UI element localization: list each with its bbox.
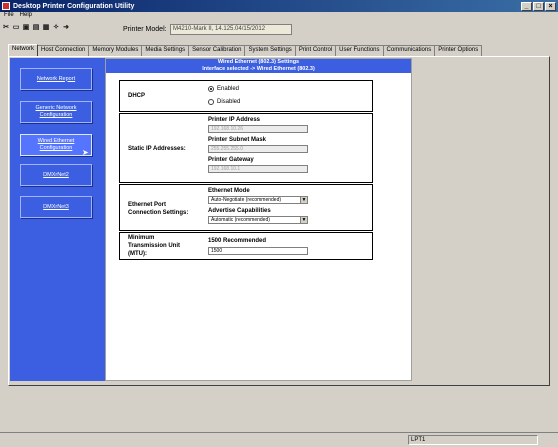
dhcp-label: DHCP bbox=[128, 93, 146, 99]
open-icon[interactable]: ▭ bbox=[12, 24, 20, 32]
mtu-label-2: Transmission Unit bbox=[128, 243, 181, 249]
sidebar-item-dmxrnet3[interactable]: DMXrNet3 bbox=[20, 196, 92, 218]
subnet-mask-field[interactable]: 255.255.255.0 bbox=[208, 145, 308, 153]
print-icon[interactable]: ▤ bbox=[32, 24, 40, 32]
printer-model-label: Printer Model: bbox=[123, 26, 167, 33]
static-ip-section: Static IP Addresses: Printer IP Address … bbox=[119, 113, 373, 183]
ethernet-mode-label: Ethernet Mode bbox=[208, 188, 250, 194]
tab-user-functions[interactable]: User Functions bbox=[335, 45, 384, 56]
chevron-down-icon[interactable]: ▼ bbox=[300, 217, 307, 223]
title-bar: Desktop Printer Configuration Utility _ … bbox=[0, 0, 558, 12]
ethernet-port-section: Ethernet Port Connection Settings: Ether… bbox=[119, 184, 373, 231]
chevron-down-icon[interactable]: ▼ bbox=[300, 197, 307, 203]
dhcp-disabled-option[interactable]: Disabled bbox=[208, 99, 240, 105]
advertise-capabilities-label: Advertise Capabilities bbox=[208, 208, 271, 214]
sidebar-item-dmxrnet2[interactable]: DMXrNet2 bbox=[20, 164, 92, 186]
toolbar: ✂ ▭ ▣ ▤ ▦ ✧ ➜ bbox=[2, 22, 70, 34]
panel-header-title: Wired Ethernet (802.3) Settings bbox=[217, 59, 300, 65]
save-icon[interactable]: ▣ bbox=[22, 24, 30, 32]
mtu-input[interactable]: 1500 bbox=[208, 247, 308, 255]
ip-address-field[interactable]: 192.168.10.26 bbox=[208, 125, 308, 133]
close-button[interactable]: × bbox=[545, 1, 556, 11]
radio-disabled[interactable] bbox=[208, 99, 214, 105]
maximize-button[interactable]: □ bbox=[533, 1, 544, 11]
help-icon[interactable]: ➜ bbox=[62, 24, 70, 32]
minimize-button[interactable]: _ bbox=[521, 1, 532, 11]
static-ip-label: Static IP Addresses: bbox=[128, 146, 186, 152]
tab-sensor-calibration[interactable]: Sensor Calibration bbox=[188, 45, 246, 56]
tab-system-settings[interactable]: System Settings bbox=[244, 45, 296, 56]
window-title: Desktop Printer Configuration Utility bbox=[13, 2, 135, 10]
tab-communications[interactable]: Communications bbox=[382, 45, 436, 56]
subnet-mask-label: Printer Subnet Mask bbox=[208, 137, 267, 143]
app-icon bbox=[2, 2, 10, 10]
ethernet-mode-select[interactable]: Auto-Negotiate (recommended) ▼ bbox=[208, 196, 308, 204]
menu-help[interactable]: Help bbox=[20, 12, 32, 21]
gateway-label: Printer Gateway bbox=[208, 157, 254, 163]
dhcp-enabled-option[interactable]: Enabled bbox=[208, 86, 239, 92]
window-controls: _ □ × bbox=[521, 1, 556, 11]
printer-model-field: M4210-Mark II, 14.125.04/15/2012 bbox=[170, 24, 292, 35]
dhcp-section: DHCP Enabled Disabled bbox=[119, 80, 373, 112]
tab-network[interactable]: Network bbox=[8, 44, 39, 56]
mouse-cursor-icon: ➤ bbox=[82, 148, 89, 157]
mtu-section: Minimum Transmission Unit (MTU): 1500 Re… bbox=[119, 232, 373, 260]
dhcp-disabled-label: Disabled bbox=[217, 99, 241, 105]
sidebar-item-network-report[interactable]: Network Report bbox=[20, 68, 92, 90]
sidebar: Network Report Generic Network Configura… bbox=[10, 58, 105, 381]
new-icon[interactable]: ✂ bbox=[2, 24, 10, 32]
dhcp-enabled-label: Enabled bbox=[217, 86, 240, 92]
mtu-label-1: Minimum bbox=[128, 235, 155, 241]
ethernet-mode-value: Auto-Negotiate (recommended) bbox=[211, 197, 282, 203]
gateway-field[interactable]: 192.168.10.1 bbox=[208, 165, 308, 173]
settings-icon[interactable]: ✧ bbox=[52, 24, 60, 32]
ip-address-label: Printer IP Address bbox=[208, 117, 261, 123]
panel-header: Wired Ethernet (802.3) Settings Interfac… bbox=[106, 59, 411, 73]
advertise-capabilities-value: Automatic (recommended) bbox=[211, 217, 270, 223]
status-port: LPT1 bbox=[408, 435, 538, 445]
status-bar: LPT1 bbox=[0, 432, 558, 447]
menu-bar: File Help bbox=[0, 12, 32, 21]
settings-panel: Wired Ethernet (802.3) Settings Interfac… bbox=[105, 58, 412, 381]
panel-header-subtitle: Interface selected -> Wired Ethernet (80… bbox=[202, 66, 315, 72]
ethernet-port-label-2: Connection Settings: bbox=[128, 210, 189, 216]
ethernet-port-label-1: Ethernet Port bbox=[128, 202, 167, 208]
mtu-label-3: (MTU): bbox=[128, 251, 147, 257]
refresh-icon[interactable]: ▦ bbox=[42, 24, 50, 32]
tab-memory-modules[interactable]: Memory Modules bbox=[88, 45, 143, 56]
tab-print-control[interactable]: Print Control bbox=[294, 45, 337, 56]
tab-printer-options[interactable]: Printer Options bbox=[434, 45, 483, 56]
advertise-capabilities-select[interactable]: Automatic (recommended) ▼ bbox=[208, 216, 308, 224]
sidebar-item-generic-network[interactable]: Generic Network Configuration bbox=[20, 101, 92, 123]
tab-media-settings[interactable]: Media Settings bbox=[141, 45, 190, 56]
tab-host-connection[interactable]: Host Connection bbox=[37, 45, 90, 56]
mtu-recommended-label: 1500 Recommended bbox=[208, 238, 267, 244]
menu-file[interactable]: File bbox=[4, 12, 14, 21]
radio-enabled[interactable] bbox=[208, 86, 214, 92]
